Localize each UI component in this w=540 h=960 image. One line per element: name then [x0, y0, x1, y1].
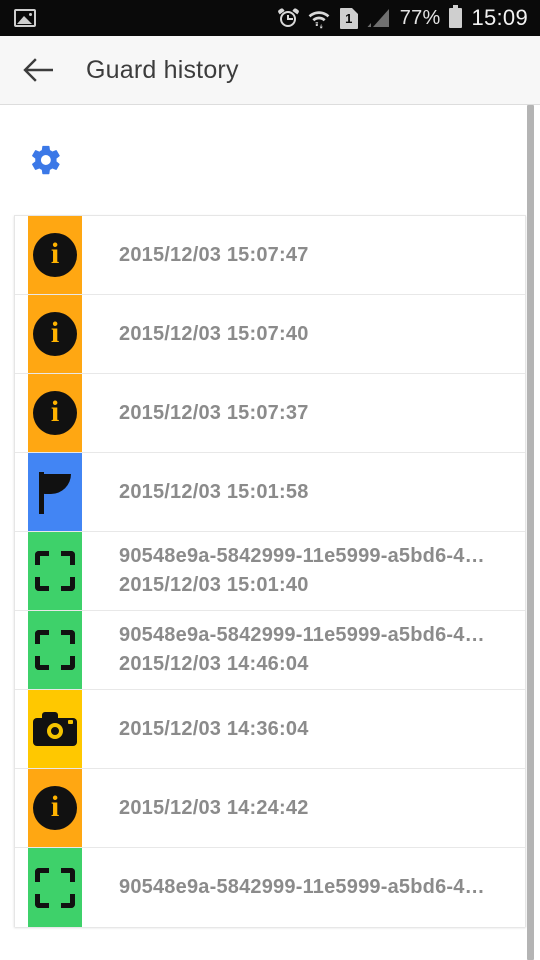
history-row[interactable]: 90548e9a-5842999-11e5999-a5bd6-4… 2015/12… [15, 532, 525, 611]
sim-label: 1 [345, 10, 353, 26]
battery-percent: 77% [399, 6, 441, 29]
history-row-timestamp: 2015/12/03 15:07:47 [119, 243, 309, 266]
history-row-timestamp: 2015/12/03 14:36:04 [119, 717, 309, 740]
history-row[interactable]: 90548e9a-5842999-11e5999-a5bd6-4… [15, 848, 525, 927]
scan-icon [35, 630, 75, 670]
info-icon: i [33, 312, 77, 356]
history-row-body: 90548e9a-5842999-11e5999-a5bd6-4… [82, 848, 525, 927]
history-row[interactable]: 90548e9a-5842999-11e5999-a5bd6-4… 2015/12… [15, 611, 525, 690]
sim-card-icon: 1 [339, 7, 358, 29]
battery-icon [449, 5, 463, 28]
history-row-icon-tile: i [28, 216, 82, 294]
history-row[interactable]: i 2015/12/03 15:07:47 [15, 216, 525, 295]
toolbar-row [0, 105, 540, 215]
history-row-timestamp: 2015/12/03 14:24:42 [119, 796, 309, 819]
info-icon: i [33, 391, 77, 435]
history-row-icon-tile: i [28, 374, 82, 452]
flag-icon [35, 470, 75, 514]
info-icon: i [33, 233, 77, 277]
wifi-icon [308, 11, 330, 29]
history-row[interactable]: 2015/12/03 15:01:58 [15, 453, 525, 532]
back-button[interactable] [14, 46, 62, 94]
history-row[interactable]: i 2015/12/03 15:07:40 [15, 295, 525, 374]
cellular-signal-icon [367, 8, 389, 27]
status-clock: 15:09 [471, 5, 528, 30]
history-row-icon-tile [28, 690, 82, 768]
history-row-timestamp: 2015/12/03 15:07:37 [119, 401, 309, 424]
content-area: i 2015/12/03 15:07:47 i 2015/12/03 15:07:40… [0, 105, 540, 960]
status-bar: 1 77% 15:09 [0, 0, 540, 36]
page-title: Guard history [86, 55, 239, 84]
info-icon: i [33, 786, 77, 830]
gallery-icon [14, 9, 36, 27]
history-row-body: 2015/12/03 14:24:42 [82, 769, 525, 847]
history-row-timestamp: 2015/12/03 15:01:40 [119, 574, 309, 596]
history-row-timestamp: 2015/12/03 15:01:58 [119, 480, 309, 503]
history-row-icon-tile [28, 453, 82, 531]
app-bar: Guard history [0, 36, 540, 105]
history-list: i 2015/12/03 15:07:47 i 2015/12/03 15:07:40… [14, 215, 526, 927]
history-row-title: 90548e9a-5842999-11e5999-a5bd6-4… [119, 876, 485, 898]
history-row-body: 2015/12/03 14:36:04 [82, 690, 525, 768]
history-row-icon-tile: i [28, 295, 82, 373]
settings-button[interactable] [24, 138, 68, 182]
history-row-body: 90548e9a-5842999-11e5999-a5bd6-4… 2015/12… [82, 532, 525, 610]
history-row-timestamp: 2015/12/03 14:46:04 [119, 653, 309, 675]
history-row-title: 90548e9a-5842999-11e5999-a5bd6-4… [119, 624, 485, 646]
alarm-clock-icon [277, 7, 300, 28]
gear-icon [32, 145, 60, 175]
history-row[interactable]: i 2015/12/03 15:07:37 [15, 374, 525, 453]
history-row-icon-tile [28, 611, 82, 689]
history-row-body: 2015/12/03 15:01:58 [82, 453, 525, 531]
history-row-icon-tile [28, 848, 82, 927]
vertical-scrollbar[interactable] [527, 105, 534, 960]
history-row-icon-tile: i [28, 769, 82, 847]
history-row-title: 90548e9a-5842999-11e5999-a5bd6-4… [119, 545, 485, 567]
history-row[interactable]: 2015/12/03 14:36:04 [15, 690, 525, 769]
history-row-body: 2015/12/03 15:07:40 [82, 295, 525, 373]
scan-icon [35, 551, 75, 591]
scan-icon [35, 867, 75, 908]
back-arrow-icon [23, 58, 53, 82]
history-row-icon-tile [28, 532, 82, 610]
camera-icon [33, 712, 77, 746]
history-row-timestamp: 2015/12/03 15:07:40 [119, 322, 309, 345]
history-row-body: 2015/12/03 15:07:37 [82, 374, 525, 452]
history-row-body: 90548e9a-5842999-11e5999-a5bd6-4… 2015/12… [82, 611, 525, 689]
history-row-body: 2015/12/03 15:07:47 [82, 216, 525, 294]
history-row[interactable]: i 2015/12/03 14:24:42 [15, 769, 525, 848]
